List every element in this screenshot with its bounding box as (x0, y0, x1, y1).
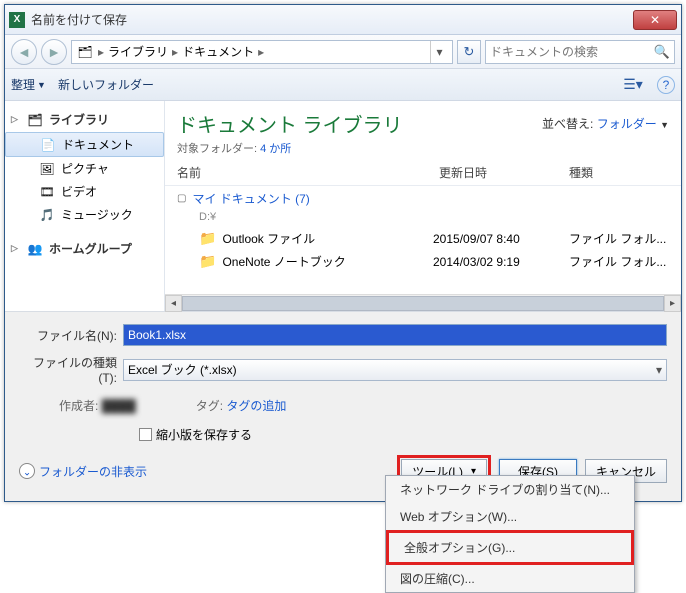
window-title: 名前を付けて保存 (31, 11, 633, 28)
breadcrumb[interactable]: 🗂 ▸ ライブラリ ▸ ドキュメント ▸ ▾ (71, 40, 453, 64)
file-list: ▢ マイ ドキュメント (7) D:¥ 📁 Outlook ファイル 2015/… (165, 186, 681, 294)
search-icon: 🔍 (654, 44, 670, 60)
sidebar-item-videos[interactable]: 🎞 ビデオ (5, 180, 164, 203)
filetype-select[interactable]: Excel ブック (*.xlsx) (123, 359, 667, 381)
menu-item-general-options[interactable]: 全般オプション(G)... (390, 534, 630, 561)
chevron-right-icon: ▸ (170, 45, 180, 59)
search-input[interactable] (490, 45, 654, 59)
organize-menu[interactable]: 整理 ▼ (11, 76, 46, 93)
forward-button[interactable]: ► (41, 39, 67, 65)
nav-bar: ◄ ► 🗂 ▸ ライブラリ ▸ ドキュメント ▸ ▾ ↻ 🔍 (5, 35, 681, 69)
tag-add-link[interactable]: タグの追加 (226, 399, 286, 413)
file-row[interactable]: 📁 Outlook ファイル 2015/09/07 8:40 ファイル フォル.… (165, 227, 681, 250)
expand-icon: ▢ (177, 193, 186, 204)
refresh-button[interactable]: ↻ (457, 40, 481, 64)
filename-input[interactable] (123, 324, 667, 346)
sidebar: 🗂 ライブラリ 📄 ドキュメント 🖼 ピクチャ 🎞 ビデオ 🎵 ミ (5, 101, 165, 311)
content-header: ドキュメント ライブラリ 対象フォルダー: 4 か所 並べ替え: フォルダー ▼ (165, 101, 681, 160)
thumbnail-checkbox[interactable] (139, 428, 152, 441)
filename-label: ファイル名(N): (19, 327, 117, 344)
group-row[interactable]: ▢ マイ ドキュメント (7) (165, 186, 681, 211)
breadcrumb-item[interactable]: ドキュメント (182, 43, 254, 60)
author-value: ████ (102, 399, 136, 413)
search-box[interactable]: 🔍 (485, 40, 675, 64)
sidebar-library-header[interactable]: 🗂 ライブラリ (5, 107, 164, 132)
help-button[interactable]: ? (657, 76, 675, 94)
library-icon: 🗂 (76, 43, 94, 61)
toolbar: 整理 ▼ 新しいフォルダー ☰▾ ? (5, 69, 681, 101)
column-headers: 名前 更新日時 種類 (165, 160, 681, 186)
scroll-thumb[interactable] (182, 296, 664, 311)
save-dialog: X 名前を付けて保存 ✕ ◄ ► 🗂 ▸ ライブラリ ▸ ドキュメント ▸ ▾ … (4, 4, 682, 502)
sidebar-homegroup-header[interactable]: 👥 ホームグループ (5, 236, 164, 261)
group-path: D:¥ (165, 211, 681, 227)
horizontal-scrollbar[interactable]: ◂ ▸ (165, 294, 681, 311)
scroll-left-button[interactable]: ◂ (165, 295, 182, 312)
folder-icon: 📁 (199, 253, 216, 270)
folder-icon: 📁 (199, 230, 216, 247)
filetype-label: ファイルの種類(T): (19, 354, 117, 385)
menu-item-web-options[interactable]: Web オプション(W)... (386, 503, 634, 530)
content-pane: ドキュメント ライブラリ 対象フォルダー: 4 か所 並べ替え: フォルダー ▼… (165, 101, 681, 311)
form-area: ファイル名(N): ファイルの種類(T): Excel ブック (*.xlsx)… (5, 311, 681, 501)
highlight-general-options: 全般オプション(G)... (386, 530, 634, 565)
new-folder-button[interactable]: 新しいフォルダー (58, 76, 154, 93)
subfolder-link[interactable]: 4 か所 (260, 143, 291, 155)
thumbnail-label: 縮小版を保存する (156, 426, 252, 443)
close-button[interactable]: ✕ (633, 10, 677, 30)
column-date[interactable]: 更新日時 (439, 164, 569, 181)
sidebar-item-music[interactable]: 🎵 ミュージック (5, 203, 164, 226)
library-subfolder: 対象フォルダー: 4 か所 (177, 140, 403, 156)
library-icon: 🗂 (27, 112, 43, 128)
video-icon: 🎞 (39, 184, 55, 200)
sidebar-item-documents[interactable]: 📄 ドキュメント (5, 132, 164, 157)
author-label: 作成者: (59, 399, 98, 413)
sort-control[interactable]: 並べ替え: フォルダー ▼ (542, 115, 669, 132)
tag-label: タグ: (196, 399, 223, 413)
column-name[interactable]: 名前 (177, 164, 439, 181)
homegroup-icon: 👥 (27, 241, 43, 257)
scroll-right-button[interactable]: ▸ (664, 295, 681, 312)
library-title: ドキュメント ライブラリ (177, 109, 403, 138)
file-row[interactable]: 📁 OneNote ノートブック 2014/03/02 9:19 ファイル フォ… (165, 250, 681, 273)
dialog-body: 🗂 ライブラリ 📄 ドキュメント 🖼 ピクチャ 🎞 ビデオ 🎵 ミ (5, 101, 681, 311)
picture-icon: 🖼 (39, 161, 55, 177)
breadcrumb-item[interactable]: ライブラリ (108, 43, 168, 60)
chevron-right-icon: ▸ (256, 45, 266, 59)
chevron-right-icon: ▸ (96, 45, 106, 59)
sidebar-item-pictures[interactable]: 🖼 ピクチャ (5, 157, 164, 180)
excel-icon: X (9, 12, 25, 28)
column-type[interactable]: 種類 (569, 164, 669, 181)
titlebar: X 名前を付けて保存 ✕ (5, 5, 681, 35)
menu-item-compress-pictures[interactable]: 図の圧縮(C)... (386, 565, 634, 592)
menu-item-network-drive[interactable]: ネットワーク ドライブの割り当て(N)... (386, 476, 634, 503)
back-button[interactable]: ◄ (11, 39, 37, 65)
music-icon: 🎵 (39, 207, 55, 223)
view-mode-button[interactable]: ☰▾ (621, 73, 645, 97)
document-icon: 📄 (40, 137, 56, 153)
hide-folder-toggle[interactable]: フォルダーの非表示 (19, 463, 147, 480)
breadcrumb-dropdown[interactable]: ▾ (430, 41, 448, 63)
tools-menu: ネットワーク ドライブの割り当て(N)... Web オプション(W)... 全… (385, 475, 635, 593)
